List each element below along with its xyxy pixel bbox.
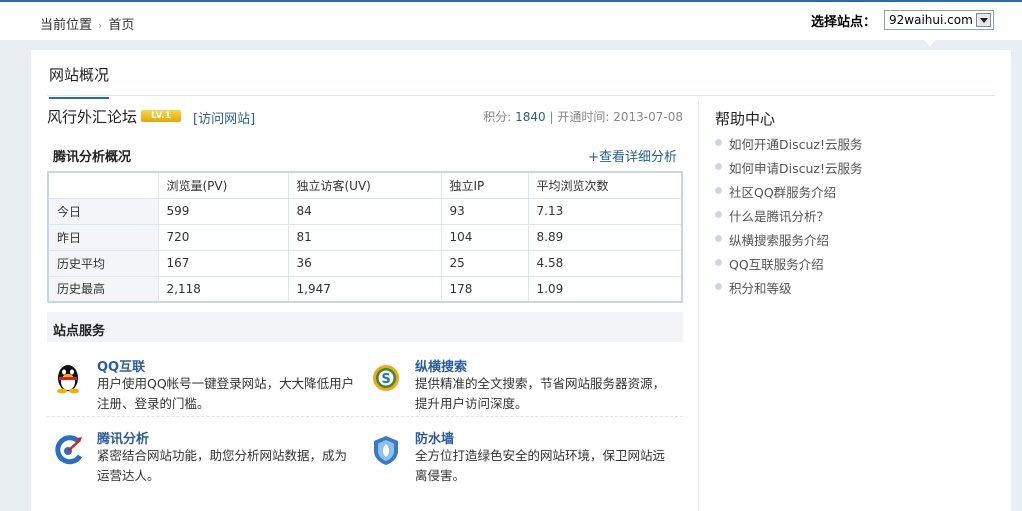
help-link[interactable]: 社区QQ群服务介绍 [715, 182, 862, 206]
table-cell: 历史平均 [47, 249, 159, 277]
services-grid: QQ互联 用户使用QQ帐号一键登录网站，大大降低用户注册、登录的门槛。 S 纵横… [47, 342, 683, 484]
service-desc: 提供精准的全文搜索，节省网站服务器资源，提升用户访问深度。 [415, 376, 666, 411]
service-name[interactable]: 腾讯分析 [97, 428, 149, 447]
table-cell: 178 [440, 275, 529, 303]
view-detail-link[interactable]: +查看详细分析 [588, 146, 677, 165]
analysis-title: 腾讯分析概况 [53, 150, 132, 165]
table-cell: 8.89 [527, 223, 683, 251]
table-cell: 昨日 [47, 223, 159, 251]
help-link[interactable]: 什么是腾讯分析？ [715, 206, 862, 230]
selector-notch [922, 38, 938, 46]
open-label: | 开通时间: [549, 110, 610, 124]
service-firewall: 防水墙 全方位打造绿色安全的网站环境，保卫网站远离侵害。 [365, 422, 665, 484]
help-link[interactable]: QQ互联服务介绍 [715, 254, 862, 278]
service-analytics: 腾讯分析 紧密结合网站功能，助您分析网站数据，成为运营达人。 [47, 422, 347, 484]
panel-header: 网站概况 [47, 50, 995, 99]
analytics-icon [55, 435, 83, 465]
services-title: 站点服务 [53, 324, 106, 339]
visit-site-link[interactable]: [访问网站] [193, 108, 255, 127]
shield-icon [374, 436, 398, 465]
service-search: S 纵横搜索 提供精准的全文搜索，节省网站服务器资源，提升用户访问深度。 [365, 350, 665, 412]
table-cell: 84 [287, 197, 442, 225]
table-cell: 2,118 [157, 275, 289, 303]
help-title: 帮助中心 [715, 110, 776, 128]
qq-penguin-icon [57, 365, 79, 394]
table-header: 浏览量(PV) [157, 171, 289, 199]
table-cell: 599 [157, 197, 289, 225]
table-header-row: 浏览量(PV) 独立访客(UV) 独立IP 平均浏览次数 [47, 171, 683, 199]
table-cell: 36 [287, 249, 442, 277]
points-value: 1840 [515, 110, 546, 124]
site-name: 风行外汇论坛 [47, 108, 138, 126]
table-cell: 720 [157, 223, 289, 251]
analysis-header: 腾讯分析概况 +查看详细分析 [47, 138, 683, 168]
help-list: 如何开通Discuz!云服务 如何申请Discuz!云服务 社区QQ群服务介绍 … [715, 134, 862, 302]
table-header [47, 171, 159, 199]
table-cell: 25 [440, 249, 529, 277]
service-desc: 紧密结合网站功能，助您分析网站数据，成为运营达人。 [97, 448, 348, 483]
tab-overview[interactable]: 网站概况 [49, 64, 110, 99]
open-date: 2013-07-08 [613, 110, 683, 124]
site-selector: 选择站点： 92waihui.com [811, 10, 994, 30]
table-cell: 历史最高 [47, 275, 159, 303]
table-row: 昨日 720 81 104 8.89 [47, 223, 683, 251]
help-sidebar: 帮助中心 如何开通Discuz!云服务 如何申请Discuz!云服务 社区QQ群… [698, 100, 995, 511]
service-desc: 用户使用QQ帐号一键登录网站，大大降低用户注册、登录的门槛。 [97, 376, 355, 411]
table-cell: 93 [440, 197, 529, 225]
table-header: 平均浏览次数 [527, 171, 683, 199]
help-link[interactable]: 纵横搜索服务介绍 [715, 230, 862, 254]
table-row: 历史最高 2,118 1,947 178 1.09 [47, 275, 683, 303]
breadcrumb-current[interactable]: 首页 [108, 18, 134, 33]
site-select-value: 92waihui.com [889, 13, 973, 27]
breadcrumb-separator: › [98, 19, 103, 32]
stats-table: 浏览量(PV) 独立访客(UV) 独立IP 平均浏览次数 今日 599 84 9… [47, 171, 683, 303]
table-cell: 4.58 [527, 249, 683, 277]
table-header: 独立IP [440, 171, 529, 199]
table-header: 独立访客(UV) [287, 171, 442, 199]
table-cell: 今日 [47, 197, 159, 225]
site-selector-label: 选择站点： [810, 14, 876, 30]
table-cell: 81 [287, 223, 442, 251]
points-label: 积分: [483, 110, 512, 124]
service-name[interactable]: 纵横搜索 [415, 356, 467, 375]
help-link[interactable]: 如何开通Discuz!云服务 [715, 134, 862, 158]
breadcrumb-label: 当前位置 [40, 18, 93, 33]
service-desc: 全方位打造绿色安全的网站环境，保卫网站远离侵害。 [415, 448, 666, 483]
service-divider [47, 416, 683, 417]
dropdown-arrow-icon[interactable] [976, 13, 991, 27]
table-cell: 104 [440, 223, 529, 251]
content-panel: 网站概况 风行外汇论坛 LV.1 [访问网站] 积分: 1840 | 开通时间:… [31, 50, 1011, 511]
site-meta: 积分: 1840 | 开通时间: 2013-07-08 [483, 108, 683, 125]
table-cell: 167 [157, 249, 289, 277]
table-cell: 1.09 [527, 275, 683, 303]
top-bar: 当前位置 › 首页 选择站点： 92waihui.com [0, 0, 1022, 40]
level-badge: LV.1 [141, 110, 181, 122]
service-qq-connect: QQ互联 用户使用QQ帐号一键登录网站，大大降低用户注册、登录的门槛。 [47, 350, 354, 412]
table-row: 历史平均 167 36 25 4.58 [47, 249, 683, 277]
help-link[interactable]: 积分和等级 [715, 278, 862, 302]
service-name[interactable]: 防水墙 [415, 428, 454, 447]
table-cell: 1,947 [287, 275, 442, 303]
main-column: 风行外汇论坛 LV.1 [访问网站] 积分: 1840 | 开通时间: 2013… [47, 106, 683, 484]
table-cell: 7.13 [527, 197, 683, 225]
svg-text:S: S [381, 372, 390, 387]
help-link[interactable]: 如何申请Discuz!云服务 [715, 158, 862, 182]
site-info: 风行外汇论坛 LV.1 [访问网站] 积分: 1840 | 开通时间: 2013… [47, 106, 683, 128]
services-header: 站点服务 [47, 312, 683, 342]
table-row: 今日 599 84 93 7.13 [47, 197, 683, 225]
breadcrumb: 当前位置 › 首页 [40, 14, 134, 33]
service-name[interactable]: QQ互联 [97, 356, 145, 375]
search-s-icon: S [373, 365, 399, 391]
site-select-dropdown[interactable]: 92waihui.com [884, 10, 994, 30]
